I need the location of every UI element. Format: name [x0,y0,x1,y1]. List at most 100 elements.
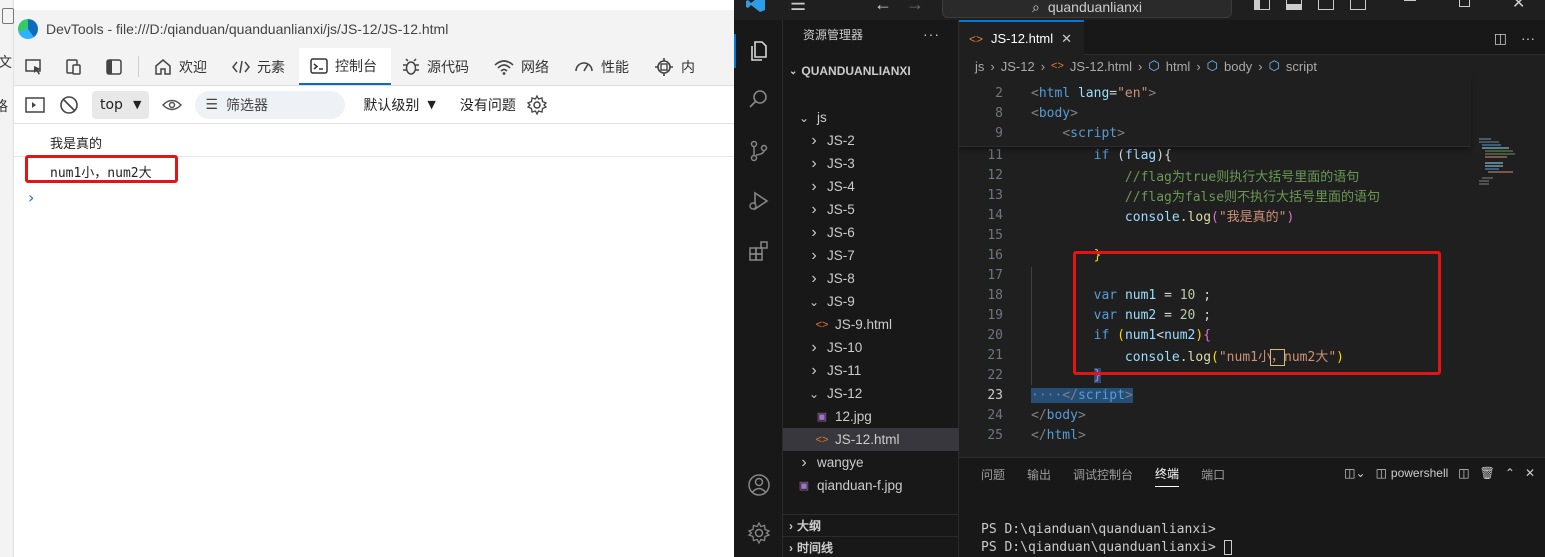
outline-section[interactable]: › 大纲 [783,514,959,536]
toggle-panel-icon[interactable] [1286,0,1302,10]
extensions-icon[interactable] [746,238,771,263]
clear-console-button[interactable] [54,91,84,119]
panel-tab-ports[interactable]: 端口 [1201,466,1225,483]
inspect-element-button[interactable] [14,48,54,85]
console-settings-button[interactable] [522,91,552,119]
toggle-secondary-sidebar-icon[interactable] [1318,0,1334,10]
tree-folder[interactable]: › JS-10 [783,336,959,359]
code-text: if (flag){ [1093,147,1172,163]
command-center-label: quanduanlianxi [1047,0,1143,15]
search-icon[interactable] [746,86,771,111]
tree-file[interactable]: <> JS-12.html [783,428,959,451]
maximize-icon[interactable] [1459,0,1470,7]
code-line: 23 ····</script> [959,385,1479,405]
element-symbol-icon: ⬡ [1148,58,1160,73]
split-editor-icon[interactable]: ◫ [1494,30,1507,47]
device-emulation-button[interactable] [54,48,94,85]
panel-tab-terminal[interactable]: 终端 [1155,465,1180,487]
breadcrumb-item[interactable]: JS-12.html [1070,59,1132,74]
customize-layout-icon[interactable] [1350,0,1366,10]
tab-network[interactable]: 网络 [483,48,563,85]
panel-actions: ◫⌄ ◫ powershell ◫ 🗑 ⌃ ✕ [1344,466,1535,480]
breadcrumb-item[interactable]: js [975,59,984,74]
tree-folder[interactable]: › JS-6 [783,221,959,244]
toggle-primary-sidebar-icon[interactable] [1254,0,1270,10]
breadcrumb-item[interactable]: body [1224,59,1252,74]
run-debug-icon[interactable] [746,188,771,213]
trash-icon[interactable]: 🗑 [1480,466,1495,480]
code-text: <html lang="en"> [1031,85,1157,101]
more-actions-icon[interactable]: ··· [1521,30,1535,47]
breadcrumb-item[interactable]: script [1286,59,1317,74]
tree-folder[interactable]: › JS-8 [783,267,959,290]
code-editor[interactable]: 2 <html lang="en"> 8 <body> 9 <script> 11 if… [959,77,1545,457]
tab-memory[interactable]: 内 [643,48,709,85]
close-icon[interactable]: ✕ [1512,0,1525,13]
close-tab-icon[interactable]: ✕ [1061,31,1072,47]
split-terminal-icon[interactable]: ◫⌄ [1344,466,1365,480]
maximize-panel-icon[interactable]: ⌃ [1505,466,1515,480]
toggle-sidebar-button[interactable] [94,48,134,85]
tree-folder[interactable]: › wangye [783,451,959,474]
forward-arrow-icon[interactable]: → [906,0,924,15]
tree-folder[interactable]: ⌄ JS-9 [783,290,959,313]
console-filter-input[interactable]: ☰ 筛选器 [195,90,346,119]
command-center-search[interactable]: ⌕ quanduanlianxi [942,0,1232,18]
panel-tab-output[interactable]: 输出 [1027,466,1051,483]
tab-elements[interactable]: 元素 [221,48,299,85]
breadcrumb-item[interactable]: JS-12 [1001,59,1035,74]
tree-folder[interactable]: › JS-5 [783,198,959,221]
account-icon[interactable] [746,472,771,497]
tree-folder[interactable]: › JS-11 [783,359,959,382]
timeline-section[interactable]: › 时间线 [783,536,959,557]
tree-folder[interactable]: › JS-3 [783,152,959,175]
tab-performance[interactable]: 性能 [563,48,643,85]
tree-folder[interactable]: › JS-4 [783,175,959,198]
tab-memory-label: 内 [681,59,695,76]
source-control-icon[interactable] [746,138,771,163]
execution-context-select[interactable]: top ▼ [92,90,150,119]
terminal-instance[interactable]: ◫ powershell [1376,466,1449,480]
tree-file[interactable]: ▣ 12.jpg [783,405,959,428]
chevron-right-icon: › [811,200,817,218]
line-number: 25 [987,427,1003,443]
workspace-root[interactable]: ⌄ QUANDUANLIANXI [783,60,958,82]
live-expression-button[interactable] [157,91,187,119]
show-console-sidebar-button[interactable] [20,91,50,119]
gauge-icon [575,61,593,71]
panel-tab-debug-console[interactable]: 调试控制台 [1073,466,1133,483]
issues-counter[interactable]: 没有问题 [460,95,516,115]
more-actions-icon[interactable]: ··· [923,26,940,42]
minimize-icon[interactable] [1404,0,1416,1]
tree-file[interactable]: ▣ qianduan-f.jpg [783,474,959,497]
console-prompt-chevron-icon[interactable]: › [28,188,34,207]
tab-sources[interactable]: 源代码 [391,48,483,85]
minimap[interactable] [1479,137,1531,197]
code-text: //flag为true则执行大括号里面的语句 [1124,169,1360,185]
tree-folder[interactable]: ⌄ JS-12 [783,382,959,405]
tree-folder[interactable]: › JS-2 [783,129,959,152]
bottom-panel: 问题 输出 调试控制台 终端 端口 ◫⌄ ◫ powershell ◫ 🗑 ⌃ … [959,457,1545,557]
breadcrumb-item[interactable]: html [1166,59,1191,74]
close-panel-icon[interactable]: ✕ [1525,466,1535,480]
tree-file[interactable]: <> JS-9.html [783,313,959,336]
terminal-line[interactable]: PS D:\qianduan\quanduanlianxi> [981,540,1232,555]
browser-window-edge: 文 格 [0,0,14,557]
tree-folder[interactable]: ⌄ js [783,106,959,129]
back-arrow-icon[interactable]: ← [874,0,892,15]
tab-console[interactable]: 控制台 [299,48,391,85]
chevron-right-icon: › [811,246,817,264]
tree-item-label: JS-12.html [835,432,900,447]
line-number: 13 [987,187,1003,203]
tree-folder[interactable]: › JS-7 [783,244,959,267]
manage-gear-icon[interactable] [746,520,771,545]
split-icon[interactable]: ◫ [1458,466,1469,480]
editor-tab-js-12-html[interactable]: <> JS-12.html ✕ [959,20,1084,55]
tree-item-label: JS-6 [827,225,855,240]
panel-tab-problems[interactable]: 问题 [981,466,1005,483]
tab-sources-label: 源代码 [427,59,469,76]
menu-icon[interactable]: ☰ [790,0,806,15]
log-levels-dropdown[interactable]: 默认级别 ▼ [363,95,435,115]
tab-welcome[interactable]: 欢迎 [143,48,221,85]
explorer-icon[interactable] [746,38,771,63]
